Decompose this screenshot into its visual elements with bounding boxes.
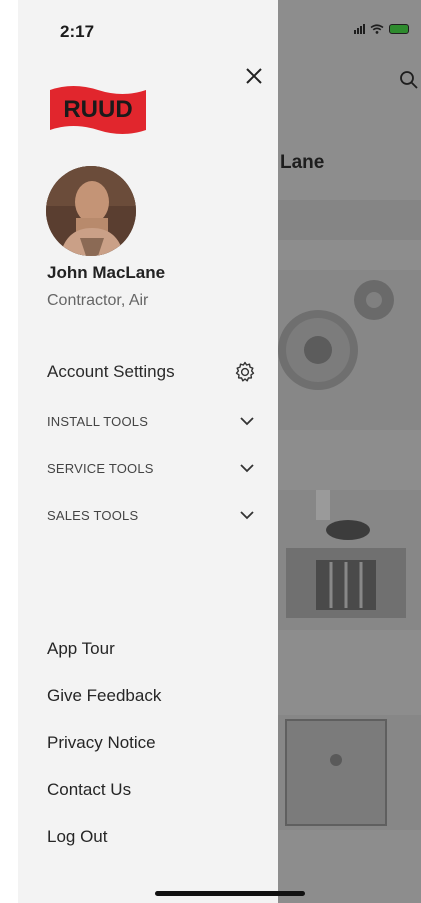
background-user-name: Lane bbox=[280, 152, 325, 173]
chevron-down-icon bbox=[240, 417, 254, 426]
install-tools-label: INSTALL TOOLS bbox=[47, 413, 149, 429]
close-icon[interactable] bbox=[240, 62, 268, 90]
service-tools-section[interactable]: SERVICE TOOLS bbox=[47, 457, 257, 479]
avatar[interactable] bbox=[46, 166, 136, 256]
chevron-down-icon bbox=[240, 511, 254, 520]
profile-name: John MacLane bbox=[47, 263, 166, 282]
gears-illustration bbox=[276, 270, 421, 430]
avatar-photo bbox=[46, 166, 136, 256]
log-out-link[interactable]: Log Out bbox=[47, 827, 108, 847]
background-banner bbox=[276, 200, 421, 240]
home-indicator bbox=[155, 891, 305, 896]
status-time: 2:17 bbox=[60, 22, 95, 41]
product-illustration bbox=[276, 715, 421, 830]
install-tools-section[interactable]: INSTALL TOOLS bbox=[47, 410, 257, 432]
account-settings-label: Account Settings bbox=[47, 362, 175, 381]
sales-tools-section[interactable]: SALES TOOLS bbox=[47, 504, 257, 526]
profile-role: Contractor, Air bbox=[47, 292, 149, 309]
signal-icon bbox=[354, 24, 365, 34]
app-tour-link[interactable]: App Tour bbox=[47, 639, 115, 659]
give-feedback-link[interactable]: Give Feedback bbox=[47, 686, 161, 706]
navigation-drawer: 2:17 RUUD John MacLane Contractor, Air A… bbox=[18, 0, 278, 903]
account-settings-item[interactable]: Account Settings bbox=[47, 358, 257, 386]
svg-text:RUUD: RUUD bbox=[63, 96, 132, 123]
sales-tools-label: SALES TOOLS bbox=[47, 507, 139, 523]
contact-us-link[interactable]: Contact Us bbox=[47, 780, 131, 800]
status-icons bbox=[354, 24, 409, 34]
battery-icon bbox=[389, 24, 409, 34]
wifi-icon bbox=[370, 24, 384, 34]
ruud-logo: RUUD bbox=[50, 86, 146, 134]
ac-unit-illustration bbox=[276, 490, 421, 630]
app-screen: Lane 2:17 RUUD John MacLane Contractor, … bbox=[18, 0, 421, 903]
chevron-down-icon bbox=[240, 464, 254, 473]
service-tools-label: SERVICE TOOLS bbox=[47, 460, 154, 476]
search-icon[interactable] bbox=[399, 70, 419, 90]
gear-icon bbox=[235, 361, 255, 382]
privacy-notice-link[interactable]: Privacy Notice bbox=[47, 733, 156, 753]
